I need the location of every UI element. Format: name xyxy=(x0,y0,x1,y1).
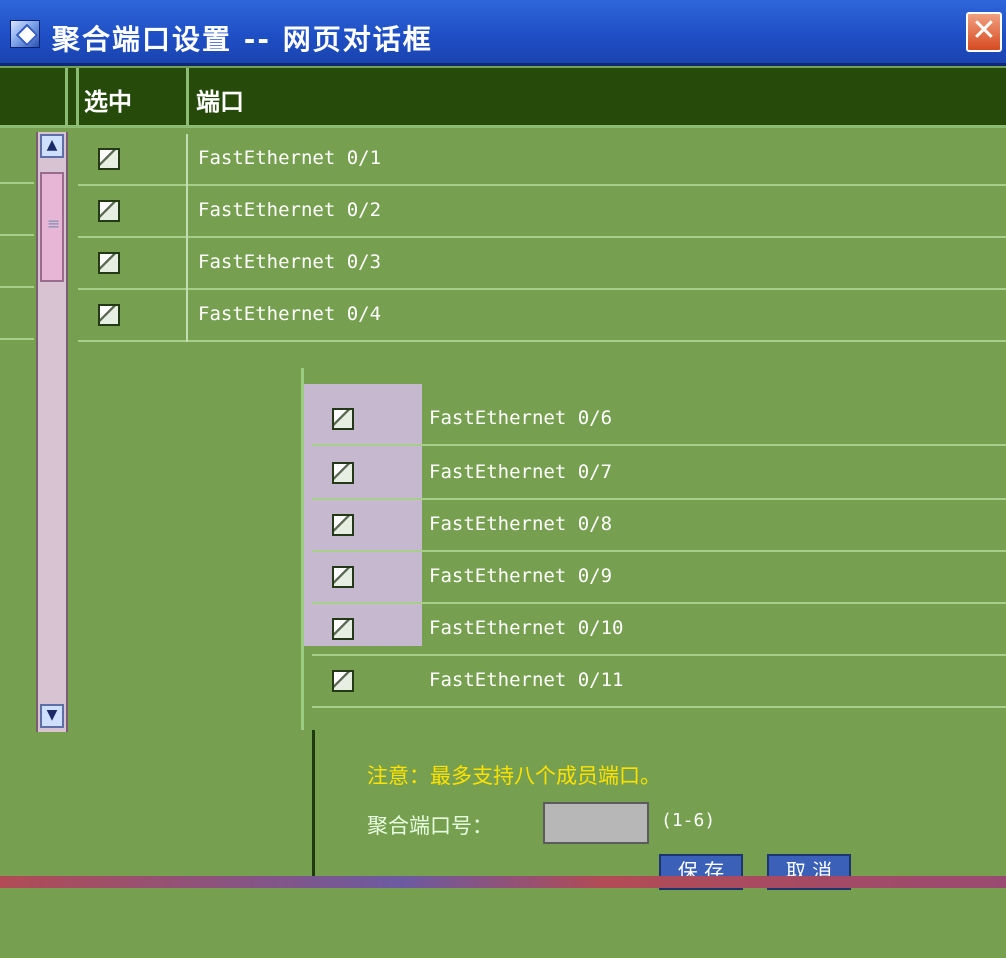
table-row[interactable]: FastEthernet 0/8 xyxy=(312,500,1006,552)
table-row[interactable]: FastEthernet 0/3 xyxy=(78,238,1006,290)
close-button[interactable]: ✕ xyxy=(966,12,1002,52)
port-name: FastEthernet 0/4 xyxy=(198,303,382,325)
agg-port-label: 聚合端口号： xyxy=(367,814,493,838)
window-bottom-border xyxy=(0,876,1006,888)
form-area: 注意：最多支持八个成员端口。 聚合端口号： (1-6) 保 存 取 消 xyxy=(312,730,1006,890)
table-header: 选中 端口 xyxy=(0,68,1006,128)
window-icon xyxy=(10,20,40,48)
port-name: FastEthernet 0/6 xyxy=(429,407,613,429)
range-hint: (1-6) xyxy=(661,810,716,831)
row-checkbox[interactable] xyxy=(98,304,120,326)
table-row[interactable]: FastEthernet 0/4 xyxy=(78,290,1006,342)
row-checkbox[interactable] xyxy=(332,670,354,692)
agg-port-input[interactable] xyxy=(543,802,649,844)
header-spacer xyxy=(0,68,68,128)
scroll-thumb[interactable] xyxy=(40,172,64,282)
notice-text: 注意：最多支持八个成员端口。 xyxy=(367,764,661,788)
column-separator xyxy=(186,238,188,290)
port-name: FastEthernet 0/3 xyxy=(198,251,382,273)
table-row[interactable]: FastEthernet 0/2 xyxy=(78,186,1006,238)
port-name: FastEthernet 0/7 xyxy=(429,461,613,483)
row-checkbox[interactable] xyxy=(332,408,354,430)
row-checkbox[interactable] xyxy=(332,514,354,536)
table-row[interactable]: FastEthernet 0/10 xyxy=(312,604,1006,656)
port-name: FastEthernet 0/11 xyxy=(429,669,624,691)
gutter-line xyxy=(0,338,34,340)
close-icon: ✕ xyxy=(971,13,997,48)
row-checkbox[interactable] xyxy=(98,252,120,274)
row-checkbox[interactable] xyxy=(98,148,120,170)
port-name: FastEthernet 0/9 xyxy=(429,565,613,587)
table-row[interactable]: FastEthernet 0/11 xyxy=(312,656,1006,708)
scroll-up-button[interactable]: ▲ xyxy=(40,134,64,158)
title-bar: 聚合端口设置 -- 网页对话框 ✕ xyxy=(0,0,1006,66)
port-name: FastEthernet 0/2 xyxy=(198,199,382,221)
header-port: 端口 xyxy=(196,88,244,116)
row-checkbox[interactable] xyxy=(332,566,354,588)
gutter-line xyxy=(0,286,34,288)
row-checkbox[interactable] xyxy=(98,200,120,222)
left-panel xyxy=(0,368,304,730)
table-row[interactable]: FastEthernet 0/9 xyxy=(312,552,1006,604)
header-separator xyxy=(186,68,189,128)
header-selected: 选中 xyxy=(84,88,132,116)
port-name: FastEthernet 0/8 xyxy=(429,513,613,535)
column-separator xyxy=(186,186,188,238)
column-separator xyxy=(186,134,188,186)
row-checkbox[interactable] xyxy=(332,462,354,484)
table-row[interactable]: FastEthernet 0/6 xyxy=(312,394,1006,446)
window-title: 聚合端口设置 -- 网页对话框 xyxy=(52,23,433,56)
table-row[interactable]: FastEthernet 0/7 xyxy=(312,448,1006,500)
gutter-line xyxy=(0,234,34,236)
column-separator xyxy=(186,290,188,342)
table-row[interactable]: FastEthernet 0/1 xyxy=(78,134,1006,186)
header-separator xyxy=(76,68,79,128)
port-name: FastEthernet 0/1 xyxy=(198,147,382,169)
gutter-line xyxy=(0,182,34,184)
chevron-up-icon: ▲ xyxy=(46,137,58,153)
row-checkbox[interactable] xyxy=(332,618,354,640)
port-name: FastEthernet 0/10 xyxy=(429,617,624,639)
